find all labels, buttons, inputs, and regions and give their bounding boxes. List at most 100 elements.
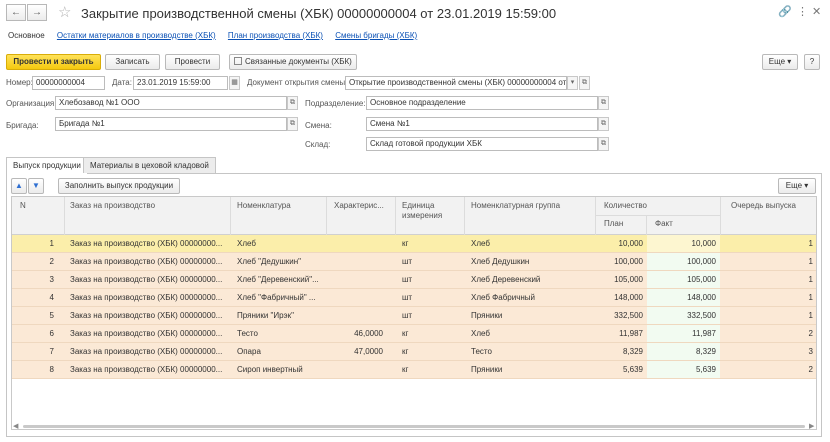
table-row[interactable]: 6 Заказ на производство (ХБК) 00000000..…: [12, 325, 816, 343]
division-field[interactable]: Основное подразделение: [366, 96, 598, 110]
date-field[interactable]: 23.01.2019 15:59:00: [133, 76, 228, 90]
section-nav: Основное Остатки материалов в производст…: [8, 31, 427, 40]
cell-plan: 10,000: [618, 239, 643, 248]
related-documents-button[interactable]: Связанные документы (ХБК): [229, 54, 357, 70]
section-production-plan[interactable]: План производства (ХБК): [228, 31, 323, 40]
cell-n: 3: [49, 275, 54, 284]
cell-fact[interactable]: 332,500: [647, 307, 720, 324]
cell-order: Заказ на производство (ХБК) 00000000...: [70, 293, 223, 302]
cell-queue: 3: [808, 347, 813, 356]
shift-label: Смена:: [305, 121, 332, 130]
cell-fact[interactable]: 148,000: [647, 289, 720, 306]
table-row[interactable]: 1 Заказ на производство (ХБК) 00000000..…: [12, 235, 816, 253]
warehouse-open-icon[interactable]: ⧉: [598, 137, 609, 151]
back-button[interactable]: ←: [6, 4, 26, 21]
close-icon[interactable]: ✕: [812, 5, 821, 18]
col-order[interactable]: Заказ на производство: [70, 201, 155, 211]
cell-fact[interactable]: 11,987: [647, 325, 720, 342]
table-row[interactable]: 4 Заказ на производство (ХБК) 00000000..…: [12, 289, 816, 307]
table-row[interactable]: 7 Заказ на производство (ХБК) 00000000..…: [12, 343, 816, 361]
cell-plan: 148,000: [614, 293, 643, 302]
scroll-left-icon[interactable]: ◀: [13, 422, 18, 430]
scroll-right-icon[interactable]: ▶: [809, 422, 814, 430]
section-material-balances[interactable]: Остатки материалов в производстве (ХБК): [57, 31, 216, 40]
related-docs-icon: [234, 57, 242, 65]
open-link-icon[interactable]: ⧉: [579, 76, 590, 90]
cell-fact[interactable]: 5,639: [647, 361, 720, 378]
cell-group: Хлеб Фабричный: [471, 293, 536, 302]
brigade-open-icon[interactable]: ⧉: [287, 117, 298, 131]
post-button[interactable]: Провести: [165, 54, 220, 70]
cell-unit: кг: [402, 329, 409, 338]
division-open-icon[interactable]: ⧉: [598, 96, 609, 110]
cell-n: 1: [49, 239, 54, 248]
cell-characteristic: [328, 253, 383, 270]
post-and-close-button[interactable]: Провести и закрыть: [6, 54, 101, 70]
organization-field[interactable]: Хлебозавод №1 ООО: [55, 96, 287, 110]
cell-nomenclature: Хлеб "Деревенский"...: [237, 275, 319, 284]
col-queue[interactable]: Очередь выпуска: [731, 201, 796, 211]
more-label: Еще: [768, 57, 786, 66]
col-unit-line2: измерения: [402, 211, 443, 220]
cell-queue: 2: [808, 365, 813, 374]
number-field[interactable]: 00000000004: [32, 76, 105, 90]
link-icon[interactable]: 🔗: [778, 5, 792, 18]
chevron-down-icon: ▾: [787, 57, 792, 66]
open-shift-doc-field[interactable]: Открытие производственной смены (ХБК) 00…: [345, 76, 567, 90]
horizontal-scrollbar[interactable]: ◀ ▶: [11, 423, 817, 430]
table-row[interactable]: 2 Заказ на производство (ХБК) 00000000..…: [12, 253, 816, 271]
table-row[interactable]: 5 Заказ на производство (ХБК) 00000000..…: [12, 307, 816, 325]
cell-fact[interactable]: 100,000: [647, 253, 720, 270]
col-fact[interactable]: Факт: [655, 219, 673, 229]
shift-field[interactable]: Смена №1: [366, 117, 598, 131]
cell-order: Заказ на производство (ХБК) 00000000...: [70, 257, 223, 266]
tab-product-output[interactable]: Выпуск продукции: [6, 157, 88, 174]
scroll-thumb[interactable]: [23, 425, 805, 428]
col-characteristic[interactable]: Характерис...: [334, 201, 384, 211]
arrow-up-icon: ▲: [15, 181, 23, 190]
cell-nomenclature: Хлеб: [237, 239, 256, 248]
section-brigade-shifts[interactable]: Смены бригады (ХБК): [335, 31, 417, 40]
move-down-button[interactable]: ▼: [28, 178, 44, 194]
section-main[interactable]: Основное: [8, 31, 45, 40]
table-row[interactable]: 8 Заказ на производство (ХБК) 00000000..…: [12, 361, 816, 379]
cell-queue: 2: [808, 329, 813, 338]
brigade-field[interactable]: Бригада №1: [55, 117, 287, 131]
cell-queue: 1: [808, 311, 813, 320]
more-actions-button[interactable]: Еще ▾: [762, 54, 798, 70]
table-header: N Заказ на производство Номенклатура Хар…: [12, 197, 816, 235]
cell-group: Хлеб: [471, 239, 490, 248]
division-label: Подразделение:: [305, 99, 366, 108]
col-group[interactable]: Номенклатурная группа: [471, 201, 560, 211]
cell-fact[interactable]: 105,000: [647, 271, 720, 288]
shift-open-icon[interactable]: ⧉: [598, 117, 609, 131]
col-n[interactable]: N: [20, 201, 26, 211]
col-quantity[interactable]: Количество: [604, 201, 647, 211]
forward-button[interactable]: →: [27, 4, 47, 21]
cell-plan: 332,500: [614, 311, 643, 320]
col-unit[interactable]: Единица измерения: [402, 201, 442, 221]
col-nomenclature[interactable]: Номенклатура: [237, 201, 291, 211]
cell-plan: 105,000: [614, 275, 643, 284]
warehouse-field[interactable]: Склад готовой продукции ХБК: [366, 137, 598, 151]
col-unit-line1: Единица: [402, 201, 435, 210]
cell-fact[interactable]: 10,000: [647, 235, 720, 252]
favorite-star-icon[interactable]: ☆: [58, 3, 71, 21]
dropdown-icon[interactable]: ▾: [567, 76, 578, 90]
table-row[interactable]: 3 Заказ на производство (ХБК) 00000000..…: [12, 271, 816, 289]
fill-output-button[interactable]: Заполнить выпуск продукции: [58, 178, 180, 194]
move-up-button[interactable]: ▲: [11, 178, 27, 194]
cell-fact[interactable]: 8,329: [647, 343, 720, 360]
cell-unit: шт: [402, 311, 413, 320]
chevron-down-icon: ▾: [804, 181, 809, 190]
table-more-button[interactable]: Еще ▾: [778, 178, 816, 194]
more-menu-icon[interactable]: ⋮: [797, 5, 808, 18]
cell-n: 5: [49, 311, 54, 320]
save-button[interactable]: Записать: [105, 54, 160, 70]
related-docs-label: Связанные документы (ХБК): [245, 57, 352, 66]
organization-open-icon[interactable]: ⧉: [287, 96, 298, 110]
help-button[interactable]: ?: [804, 54, 820, 70]
calendar-icon[interactable]: ▦: [229, 76, 240, 90]
tab-workshop-materials[interactable]: Материалы в цеховой кладовой: [83, 157, 216, 173]
col-plan[interactable]: План: [604, 219, 623, 229]
